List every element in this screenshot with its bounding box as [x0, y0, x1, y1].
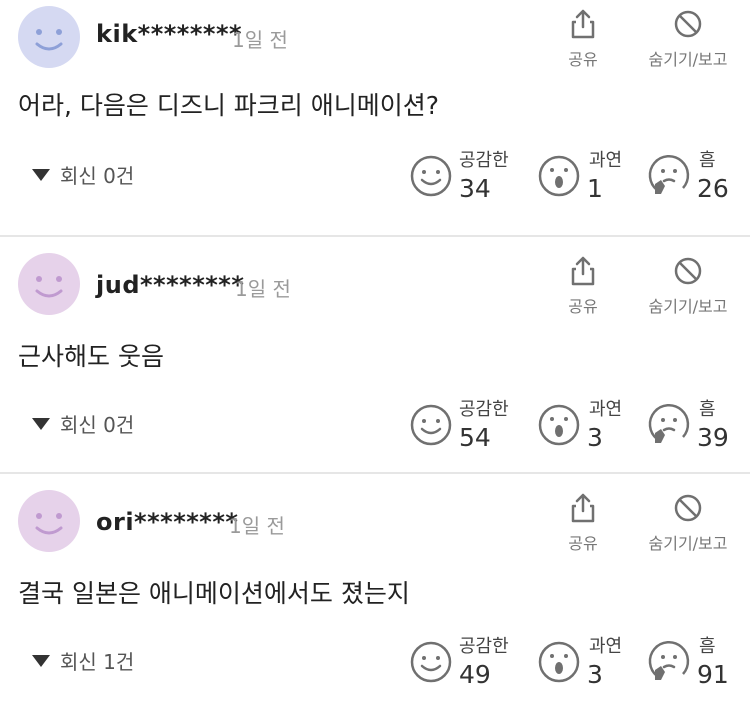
hide-report-button[interactable]: 숨기기/보고	[638, 8, 738, 70]
replies-toggle[interactable]: 회신 1건	[32, 646, 134, 675]
comment-text: 근사해도 웃음	[18, 342, 164, 371]
timestamp: 1일 전	[232, 28, 288, 52]
comment-text: 어라, 다음은 디즈니 파크리 애니메이션?	[18, 91, 440, 120]
reaction-count: 26	[697, 174, 729, 203]
hide-report-button[interactable]: 숨기기/보고	[638, 255, 738, 317]
thinking-face-icon	[647, 403, 691, 451]
smile-face-icon	[409, 154, 453, 202]
share-icon	[568, 256, 598, 291]
timestamp: 1일 전	[235, 277, 291, 301]
triangle-down-icon	[32, 169, 50, 181]
comment-item: ori******** 1일 전 공유 숨기기/보고 결국 일본은 애니메이션에…	[0, 474, 750, 724]
reaction-count: 54	[459, 423, 491, 452]
reaction-label: 공감한	[459, 150, 509, 171]
surprised-face-icon	[537, 640, 581, 688]
smile-face-icon	[409, 640, 453, 688]
surprised-face-icon	[537, 154, 581, 202]
share-label: 공유	[568, 297, 598, 316]
block-icon	[672, 10, 704, 44]
share-button[interactable]: 공유	[556, 255, 610, 317]
reaction-count: 34	[459, 174, 491, 203]
share-button[interactable]: 공유	[556, 492, 610, 554]
comment-item: kik******** 1일 전 공유 숨기기/보고 어라, 다음은 디즈니 파…	[0, 0, 750, 237]
hide-report-label: 숨기기/보고	[648, 297, 728, 316]
share-button[interactable]: 공유	[556, 8, 610, 70]
replies-label: 회신 0건	[60, 413, 135, 437]
hide-report-label: 숨기기/보고	[648, 534, 728, 553]
replies-toggle[interactable]: 회신 0건	[32, 409, 134, 438]
smile-face-icon	[409, 403, 453, 451]
triangle-down-icon	[32, 418, 50, 430]
reaction-label: 과연	[589, 150, 623, 171]
replies-label: 회신 0건	[60, 164, 135, 188]
thinking-face-icon	[647, 154, 691, 202]
replies-label: 회신 1건	[60, 650, 135, 674]
timestamp: 1일 전	[229, 514, 285, 538]
replies-toggle[interactable]: 회신 0건	[32, 160, 134, 189]
reaction-count: 39	[697, 423, 729, 452]
username[interactable]: jud********	[96, 271, 244, 299]
reaction-count: 91	[697, 660, 729, 689]
avatar[interactable]	[18, 490, 80, 552]
block-icon	[672, 257, 704, 291]
reaction-count: 1	[587, 174, 603, 203]
comment-item: jud******** 1일 전 공유 숨기기/보고 근사해도 웃음 회신 0건…	[0, 237, 750, 474]
share-icon	[568, 493, 598, 528]
reaction-count: 3	[587, 660, 603, 689]
avatar[interactable]	[18, 253, 80, 315]
reaction-label: 과연	[589, 399, 623, 420]
reaction-label: 공감한	[459, 399, 509, 420]
share-icon	[568, 9, 598, 44]
reaction-label: 과연	[589, 636, 623, 657]
username[interactable]: kik********	[96, 20, 242, 48]
share-label: 공유	[568, 50, 598, 69]
thinking-face-icon	[647, 640, 691, 688]
comment-text: 결국 일본은 애니메이션에서도 졌는지	[18, 579, 410, 608]
reaction-label: 흠	[699, 150, 716, 171]
hide-report-button[interactable]: 숨기기/보고	[638, 492, 738, 554]
username[interactable]: ori********	[96, 508, 238, 536]
reaction-label: 흠	[699, 636, 716, 657]
share-label: 공유	[568, 534, 598, 553]
hide-report-label: 숨기기/보고	[648, 50, 728, 69]
reaction-count: 3	[587, 423, 603, 452]
reaction-label: 공감한	[459, 636, 509, 657]
avatar[interactable]	[18, 6, 80, 68]
reaction-count: 49	[459, 660, 491, 689]
block-icon	[672, 494, 704, 528]
surprised-face-icon	[537, 403, 581, 451]
reaction-label: 흠	[699, 399, 716, 420]
triangle-down-icon	[32, 655, 50, 667]
